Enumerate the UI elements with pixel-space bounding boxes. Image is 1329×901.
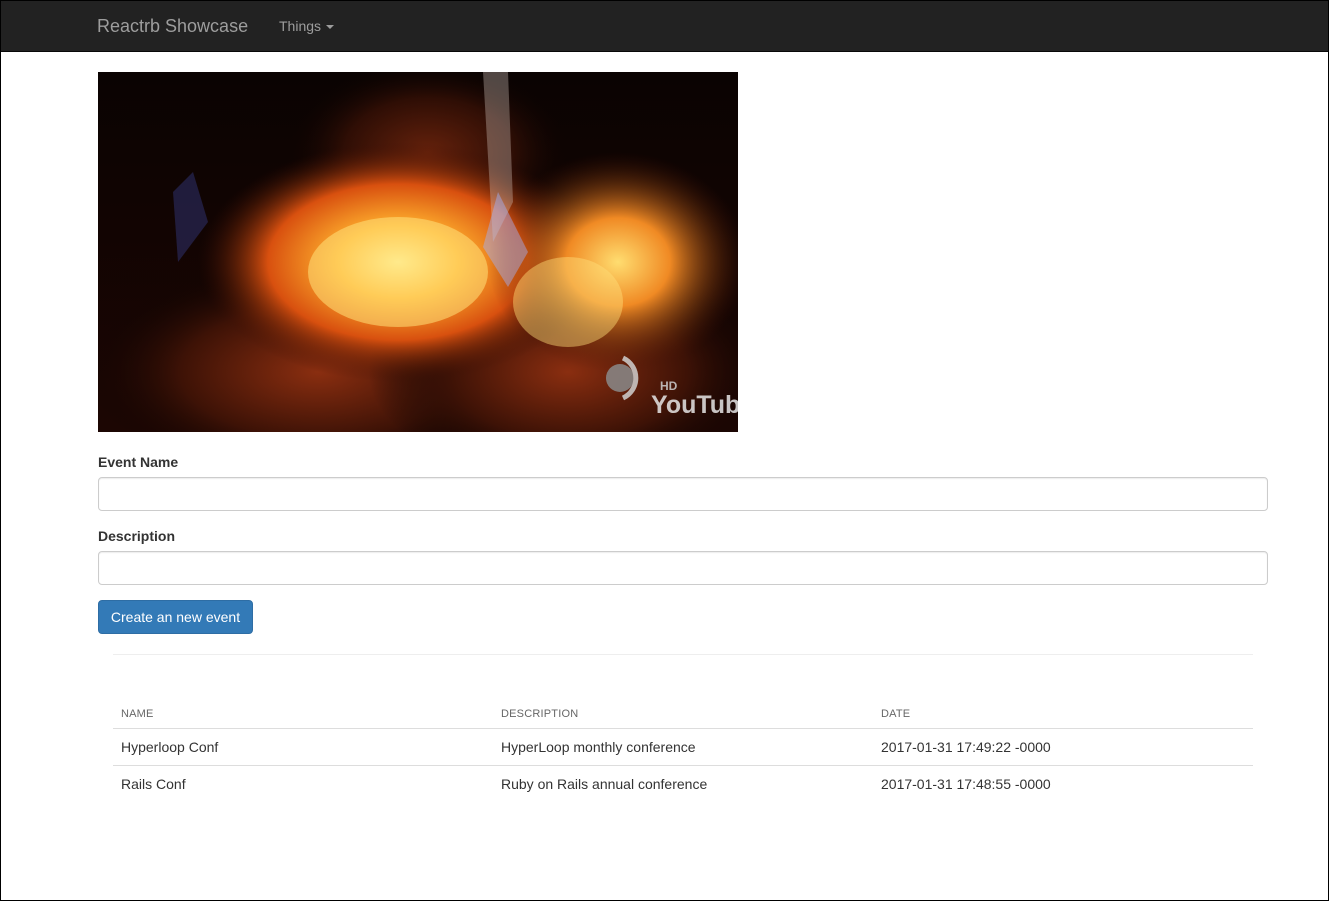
event-date-cell: 2017-01-31 17:48:55 -0000 — [873, 764, 1253, 802]
column-header-description: DESCRIPTION — [493, 694, 873, 729]
table-header-row: NAME DESCRIPTION DATE — [113, 694, 1253, 729]
table-row[interactable]: Rails Conf Ruby on Rails annual conferen… — [113, 764, 1253, 802]
column-header-name: NAME — [113, 694, 493, 729]
events-table: NAME DESCRIPTION DATE Hyperloop Conf Hyp… — [113, 694, 1253, 802]
navbar-brand[interactable]: Reactrb Showcase — [97, 14, 248, 38]
things-dropdown-label: Things — [279, 18, 322, 34]
create-event-button[interactable]: Create an new event — [98, 600, 253, 634]
event-date-cell: 2017-01-31 17:49:22 -0000 — [881, 738, 1051, 755]
event-name-cell: Hyperloop Conf — [121, 738, 219, 755]
event-name-cell: Rails Conf — [113, 764, 493, 802]
svg-text:YouTube: YouTube — [651, 391, 738, 419]
table-row[interactable]: Hyperloop Conf HyperLoop monthly confere… — [113, 728, 1253, 765]
navbar: Reactrb Showcase Things — [1, 1, 1328, 52]
event-name-input[interactable] — [98, 477, 1268, 511]
video-player[interactable]: HD YouTube — [98, 72, 738, 432]
video-frame-fire: HD YouTube — [98, 72, 738, 432]
column-header-date: DATE — [873, 694, 1253, 729]
event-name-label: Event Name — [98, 454, 179, 470]
caret-down-icon — [326, 25, 335, 30]
divider — [113, 654, 1253, 655]
things-dropdown[interactable]: Things — [279, 16, 335, 36]
page: Reactrb Showcase Things HD YouTu Event N… — [0, 0, 1329, 901]
description-label: Description — [98, 528, 176, 544]
event-description-cell: HyperLoop monthly conference — [501, 738, 696, 755]
event-description-cell: Ruby on Rails annual conference — [493, 764, 873, 802]
description-input[interactable] — [98, 551, 1268, 585]
